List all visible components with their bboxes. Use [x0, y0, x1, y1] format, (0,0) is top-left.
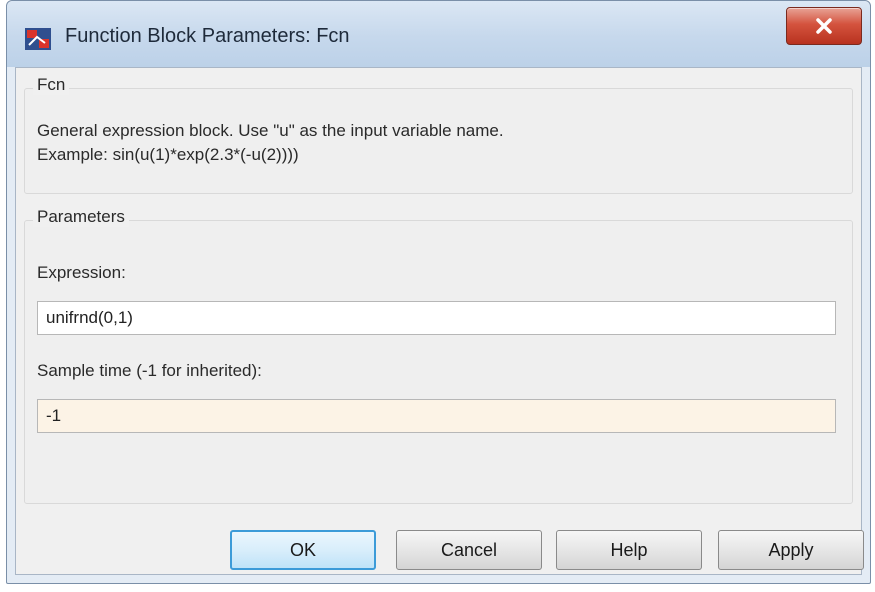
dialog-body: Fcn General expression block. Use "u" as… — [15, 67, 864, 575]
parameters-group: Parameters Expression: unifrnd(0,1) Samp… — [24, 207, 853, 504]
parameters-legend: Parameters — [33, 207, 129, 227]
help-button[interactable]: Help — [556, 530, 702, 570]
sample-time-input[interactable]: -1 — [37, 399, 836, 433]
expression-label: Expression: — [37, 263, 126, 282]
description-legend: Fcn — [33, 75, 70, 95]
sample-time-label: Sample time (-1 for inherited): — [37, 361, 262, 380]
ok-button[interactable]: OK — [230, 530, 376, 570]
dialog-window: Function Block Parameters: Fcn Fcn Gener… — [6, 0, 871, 584]
description-line-2: Example: sin(u(1)*exp(2.3*(-u(2)))) — [37, 145, 299, 164]
description-group: Fcn General expression block. Use "u" as… — [24, 75, 853, 194]
close-button[interactable] — [786, 7, 862, 45]
window-title: Function Block Parameters: Fcn — [65, 25, 350, 47]
simulink-block-icon — [23, 25, 53, 53]
cancel-button[interactable]: Cancel — [396, 530, 542, 570]
button-row: OK Cancel Help Apply — [16, 530, 864, 570]
title-bar[interactable]: Function Block Parameters: Fcn — [7, 1, 870, 67]
description-line-1: General expression block. Use "u" as the… — [37, 121, 504, 140]
close-icon — [816, 18, 832, 34]
expression-input[interactable]: unifrnd(0,1) — [37, 301, 836, 335]
apply-button[interactable]: Apply — [718, 530, 864, 570]
